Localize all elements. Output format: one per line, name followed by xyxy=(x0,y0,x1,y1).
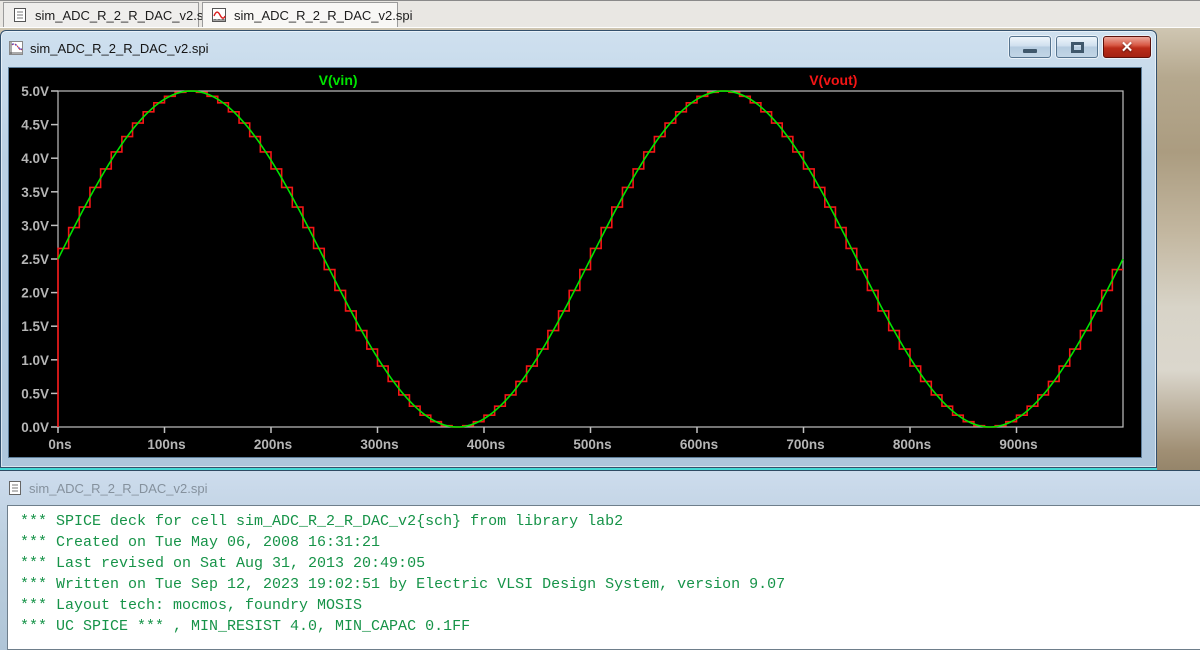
svg-text:400ns: 400ns xyxy=(467,437,505,452)
svg-text:800ns: 800ns xyxy=(893,437,931,452)
plot-client-area[interactable]: V(vin) V(vout) 5.0V 4.5V 4.0V 3.5V 3.0V 2.5V 2… xyxy=(8,67,1142,458)
svg-text:2.0V: 2.0V xyxy=(21,286,49,301)
svg-text:0.5V: 0.5V xyxy=(21,386,49,401)
svg-text:0.0V: 0.0V xyxy=(21,420,49,435)
svg-text:900ns: 900ns xyxy=(999,437,1037,452)
spice-line: *** Written on Tue Sep 12, 2023 19:02:51… xyxy=(20,576,786,593)
svg-text:0ns: 0ns xyxy=(48,437,71,452)
mdi-workspace: sim_ADC_R_2_R_DAC_v2.spi ✕ V(vin) V(vout… xyxy=(0,28,1200,650)
spice-line: *** Created on Tue May 06, 2008 16:31:21 xyxy=(20,534,381,551)
svg-text:1.0V: 1.0V xyxy=(21,353,49,368)
netlist-document-icon xyxy=(14,8,26,22)
tab-waveform[interactable]: sim_ADC_R_2_R_DAC_v2.spi xyxy=(202,2,412,27)
window-controls: ✕ xyxy=(1009,36,1151,58)
svg-text:200ns: 200ns xyxy=(254,437,292,452)
netlist-window-titlebar[interactable]: sim_ADC_R_2_R_DAC_v2.spi xyxy=(0,471,1200,505)
waveform-icon xyxy=(212,8,226,22)
maximize-button[interactable] xyxy=(1056,36,1098,58)
svg-text:4.0V: 4.0V xyxy=(21,151,49,166)
netlist-window-title: sim_ADC_R_2_R_DAC_v2.spi xyxy=(29,480,208,496)
plot-window-icon xyxy=(9,41,23,55)
svg-text:3.5V: 3.5V xyxy=(21,185,49,200)
svg-text:5.0V: 5.0V xyxy=(21,84,49,99)
spice-line: *** UC SPICE *** , MIN_RESIST 4.0, MIN_C… xyxy=(20,618,471,635)
svg-text:2.5V: 2.5V xyxy=(21,252,49,267)
svg-text:500ns: 500ns xyxy=(573,437,611,452)
document-tab-bar: sim_ADC_R_2_R_DAC_v2.spi sim_ADC_R_2_R_D… xyxy=(0,0,1200,28)
minimize-button[interactable] xyxy=(1009,36,1051,58)
spice-line: *** Layout tech: mocmos, foundry MOSIS xyxy=(20,597,363,614)
tab-netlist[interactable]: sim_ADC_R_2_R_DAC_v2.spi xyxy=(3,2,213,27)
waveform-plot: 5.0V 4.5V 4.0V 3.5V 3.0V 2.5V 2.0V 1.5V 1.0V 0.5V… xyxy=(21,84,1124,452)
close-button[interactable]: ✕ xyxy=(1103,36,1151,58)
close-icon: ✕ xyxy=(1120,39,1134,56)
tab-label: sim_ADC_R_2_R_DAC_v2.spi xyxy=(234,7,413,23)
maximize-icon xyxy=(1070,41,1084,53)
spice-line: *** SPICE deck for cell sim_ADC_R_2_R_DA… xyxy=(20,513,624,530)
waveform-window-title: sim_ADC_R_2_R_DAC_v2.spi xyxy=(30,40,209,56)
spice-text[interactable]: *** SPICE deck for cell sim_ADC_R_2_R_DA… xyxy=(7,505,1200,650)
netlist-document-icon xyxy=(9,481,21,495)
waveform-window-titlebar[interactable]: sim_ADC_R_2_R_DAC_v2.spi ✕ xyxy=(1,31,1156,65)
spice-line: *** Last revised on Sat Aug 31, 2013 20:… xyxy=(20,555,426,572)
svg-text:600ns: 600ns xyxy=(680,437,718,452)
svg-text:4.5V: 4.5V xyxy=(21,118,49,133)
svg-text:3.0V: 3.0V xyxy=(21,218,49,233)
netlist-window: sim_ADC_R_2_R_DAC_v2.spi *** SPICE deck … xyxy=(0,470,1200,650)
tab-label: sim_ADC_R_2_R_DAC_v2.spi xyxy=(35,7,214,23)
svg-text:1.5V: 1.5V xyxy=(21,319,49,334)
minimize-icon xyxy=(1023,49,1037,53)
svg-text:100ns: 100ns xyxy=(147,437,185,452)
svg-text:700ns: 700ns xyxy=(786,437,824,452)
svg-text:300ns: 300ns xyxy=(360,437,398,452)
waveform-window: sim_ADC_R_2_R_DAC_v2.spi ✕ V(vin) V(vout… xyxy=(0,30,1157,468)
